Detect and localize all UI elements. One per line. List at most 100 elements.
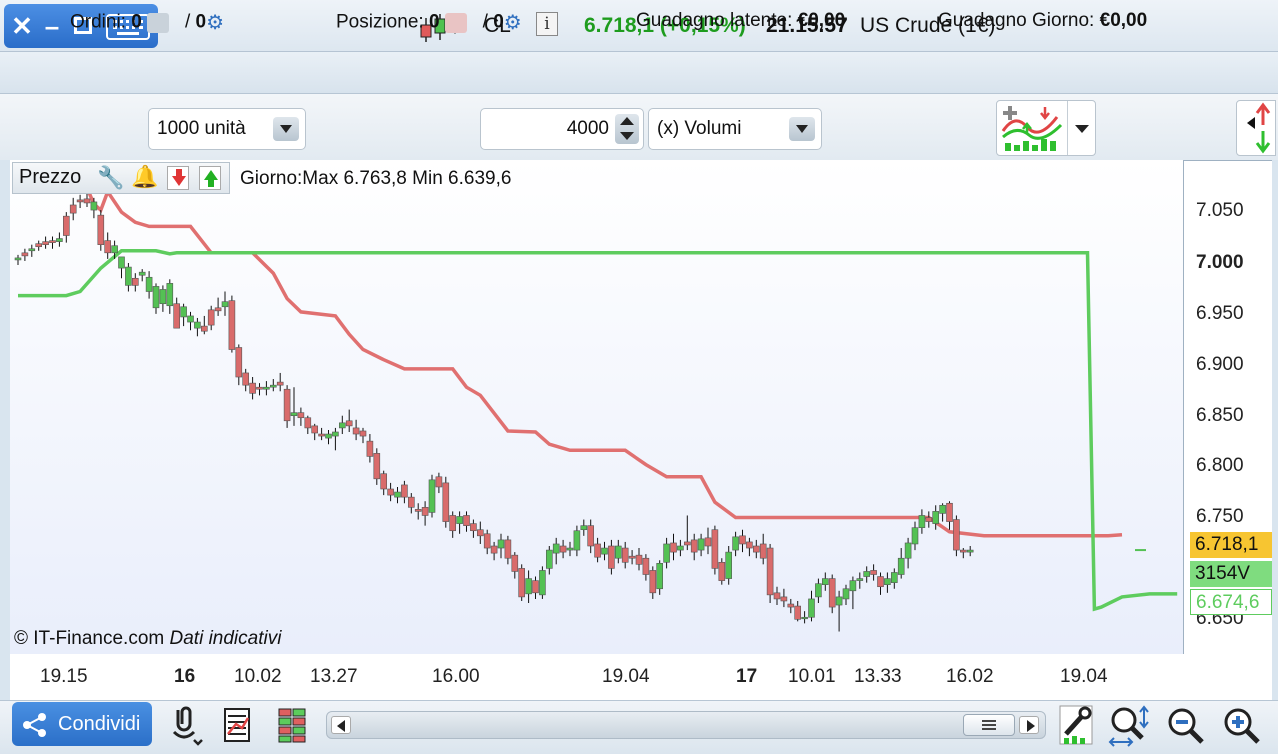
price-panel-header: Prezzo 🔧 🔔 bbox=[12, 162, 230, 194]
volume-badge: 3154V bbox=[1190, 561, 1272, 587]
candle bbox=[587, 525, 595, 547]
bricks-icon[interactable] bbox=[276, 706, 310, 744]
y-tick: 6.850 bbox=[1196, 405, 1244, 426]
candle bbox=[642, 557, 650, 575]
share-button[interactable]: Condividi bbox=[12, 702, 152, 746]
candle bbox=[159, 289, 167, 305]
candle bbox=[49, 240, 56, 243]
candle bbox=[90, 201, 98, 211]
candle bbox=[656, 563, 664, 590]
candle bbox=[835, 596, 843, 606]
y-tick: 6.950 bbox=[1196, 303, 1244, 324]
candle bbox=[815, 583, 822, 598]
x-tick: 10.02 bbox=[234, 666, 282, 687]
candle bbox=[635, 554, 643, 565]
candle bbox=[428, 479, 436, 513]
candle bbox=[118, 256, 125, 269]
bell-icon[interactable]: 🔔 bbox=[131, 164, 158, 190]
candle bbox=[111, 245, 118, 254]
candle bbox=[773, 592, 781, 600]
candle bbox=[221, 301, 229, 308]
candle bbox=[608, 545, 615, 569]
candle bbox=[145, 276, 153, 292]
y-tick: 7.050 bbox=[1196, 200, 1244, 221]
prezzo-label[interactable]: Prezzo bbox=[19, 166, 81, 189]
link-icon[interactable] bbox=[170, 706, 204, 746]
sheet-icon[interactable] bbox=[222, 706, 254, 744]
candle bbox=[504, 539, 512, 559]
day-range-label: Giorno:Max 6.763,8 Min 6.639,6 bbox=[240, 168, 512, 189]
candle bbox=[56, 238, 63, 242]
candle bbox=[476, 529, 484, 537]
candle bbox=[249, 382, 256, 394]
candle bbox=[76, 199, 84, 203]
scroll-right-icon[interactable] bbox=[1019, 716, 1039, 734]
candle bbox=[966, 549, 974, 553]
candle bbox=[359, 430, 367, 437]
candle bbox=[614, 545, 622, 559]
x-tick: 16.00 bbox=[432, 666, 480, 687]
candle bbox=[228, 300, 236, 350]
candle bbox=[884, 578, 891, 585]
sell-arrow-icon[interactable] bbox=[167, 166, 189, 190]
candle bbox=[897, 557, 905, 575]
candle bbox=[304, 417, 312, 429]
scroll-left-icon[interactable] bbox=[331, 716, 351, 734]
candle bbox=[373, 453, 381, 480]
scroll-thumb[interactable] bbox=[963, 714, 1015, 736]
candle bbox=[414, 509, 422, 512]
candle bbox=[290, 412, 298, 416]
candle bbox=[794, 605, 802, 620]
wrench-icon[interactable]: 🔧 bbox=[97, 165, 124, 191]
candle bbox=[42, 241, 49, 245]
candle bbox=[801, 616, 808, 620]
candle bbox=[269, 384, 277, 388]
chart-settings-icon[interactable] bbox=[1058, 704, 1094, 748]
candle bbox=[877, 576, 884, 588]
candle bbox=[187, 315, 194, 323]
candle bbox=[332, 431, 339, 437]
candle bbox=[235, 347, 243, 378]
candle bbox=[366, 440, 374, 457]
candle bbox=[449, 515, 457, 532]
candle bbox=[387, 488, 394, 496]
candle bbox=[104, 240, 111, 254]
x-tick: 17 bbox=[736, 666, 758, 687]
candle bbox=[97, 214, 105, 245]
candle bbox=[601, 547, 608, 555]
chart-scrollbar[interactable] bbox=[326, 711, 1046, 739]
candle bbox=[580, 525, 588, 531]
candle bbox=[490, 545, 498, 554]
candle bbox=[780, 596, 788, 602]
candle bbox=[545, 549, 553, 569]
x-tick: 13.27 bbox=[310, 666, 358, 687]
candle bbox=[242, 372, 249, 386]
candle bbox=[870, 570, 877, 575]
candle bbox=[483, 533, 491, 549]
candle bbox=[752, 545, 760, 553]
candle bbox=[35, 243, 43, 248]
candle bbox=[670, 542, 677, 553]
candle bbox=[338, 422, 346, 429]
candle bbox=[766, 547, 774, 596]
zoom-in-icon[interactable] bbox=[1222, 706, 1262, 746]
candle bbox=[746, 541, 753, 549]
candle bbox=[946, 502, 953, 522]
x-tick: 13.33 bbox=[854, 666, 902, 687]
candle bbox=[739, 535, 746, 545]
candle bbox=[421, 507, 429, 516]
zoom-fit-icon[interactable] bbox=[1108, 704, 1152, 748]
candle bbox=[559, 545, 567, 553]
candle bbox=[518, 568, 526, 598]
zoom-out-icon[interactable] bbox=[1166, 706, 1206, 746]
candle bbox=[911, 527, 919, 545]
candle bbox=[932, 511, 940, 524]
candle bbox=[532, 580, 539, 594]
candle bbox=[828, 578, 836, 608]
candle bbox=[959, 549, 967, 553]
candle bbox=[394, 491, 401, 498]
candle bbox=[711, 529, 719, 569]
buy-arrow-icon[interactable] bbox=[199, 166, 221, 190]
candle bbox=[456, 516, 463, 524]
candle bbox=[677, 545, 684, 551]
